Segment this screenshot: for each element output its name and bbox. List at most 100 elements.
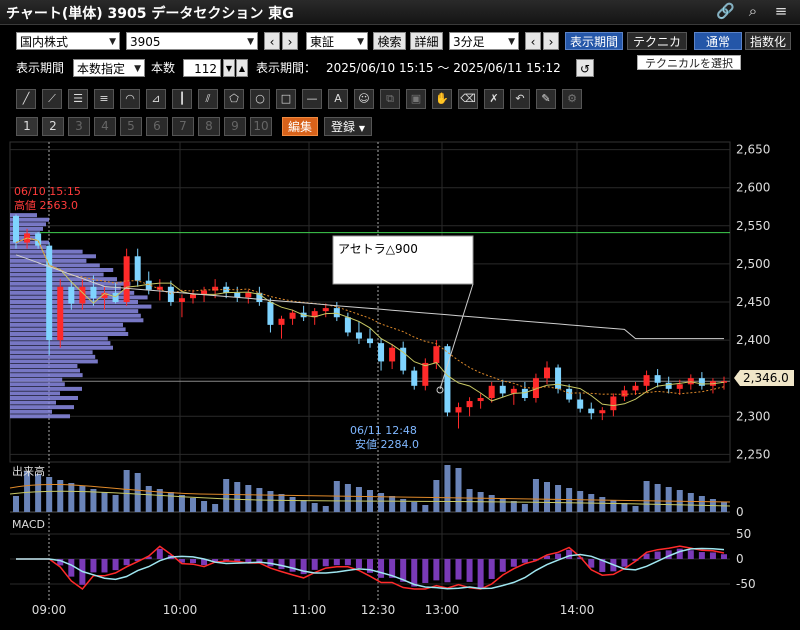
technical-button[interactable]: テクニカル bbox=[627, 32, 687, 67]
normal-button[interactable]: 通常 bbox=[694, 32, 742, 50]
horizontal-line-tool-icon[interactable]: — bbox=[302, 89, 322, 109]
candle-body bbox=[190, 294, 196, 299]
pentagon-tool-icon[interactable]: ⬠ bbox=[224, 89, 244, 109]
candle-body bbox=[632, 385, 639, 391]
undo-tool-icon[interactable]: ↶ bbox=[510, 89, 530, 109]
volume-bar bbox=[721, 502, 727, 512]
link-icon[interactable]: 🔗 bbox=[716, 2, 735, 20]
count-input[interactable]: 112 bbox=[183, 59, 221, 77]
paste-tool-icon[interactable]: ▣ bbox=[406, 89, 426, 109]
candle-body bbox=[532, 378, 539, 398]
ray-tool-icon[interactable]: ⟋ bbox=[42, 89, 62, 109]
volume-bar bbox=[532, 479, 539, 512]
page-button-10[interactable]: 10 bbox=[250, 117, 272, 136]
volume-profile-bar bbox=[10, 245, 46, 250]
display-period-button[interactable]: 表示期間 bbox=[565, 32, 623, 50]
macd-histogram-bar bbox=[201, 559, 208, 566]
page-button-7[interactable]: 7 bbox=[172, 117, 194, 136]
index-button[interactable]: 指数化 bbox=[745, 32, 791, 50]
prev-interval-button[interactable]: ‹ bbox=[525, 32, 541, 50]
copy-tool-icon[interactable]: ⧉ bbox=[380, 89, 400, 109]
price-tick-label: 2,400 bbox=[736, 333, 770, 347]
search-icon[interactable]: ⌕ bbox=[744, 2, 762, 20]
macd-histogram-bar bbox=[134, 559, 141, 562]
macd-histogram-bar bbox=[610, 559, 617, 572]
market-select[interactable]: 国内株式 ▼ bbox=[16, 32, 120, 50]
volume-bar bbox=[333, 481, 340, 512]
fan-tool-icon[interactable]: ⊿ bbox=[146, 89, 166, 109]
candle-body bbox=[355, 332, 362, 339]
page-button-1[interactable]: 1 bbox=[16, 117, 38, 136]
icon-tool-icon[interactable]: ☺ bbox=[354, 89, 374, 109]
volume-bar bbox=[178, 495, 185, 512]
detail-button[interactable]: 詳細 bbox=[410, 32, 443, 50]
macd-histogram-bar bbox=[444, 559, 451, 583]
eraser-tool-icon[interactable]: ⌫ bbox=[458, 89, 478, 109]
horizontal-lines-tool-icon[interactable]: ≡ bbox=[94, 89, 114, 109]
count-up-button[interactable]: ▲ bbox=[236, 59, 248, 77]
settings-tool-icon[interactable]: ⚙ bbox=[562, 89, 582, 109]
edit-button[interactable]: 編集 bbox=[282, 117, 318, 136]
gann-fan-tool-icon[interactable]: ⫽ bbox=[198, 89, 218, 109]
volume-profile-bar bbox=[10, 382, 65, 387]
macd-tick-label: 50 bbox=[736, 527, 751, 541]
callout-text: アセトラ△900 bbox=[338, 242, 418, 256]
volume-bar bbox=[411, 502, 418, 512]
time-tick-label: 09:00 bbox=[32, 603, 67, 617]
rectangle-tool-icon[interactable]: □ bbox=[276, 89, 296, 109]
volume-profile-bar bbox=[10, 364, 78, 368]
next-interval-button[interactable]: › bbox=[543, 32, 559, 50]
vertical-lines-tool-icon[interactable]: ┃ bbox=[172, 89, 192, 109]
volume-ma-line-2 bbox=[9, 490, 731, 507]
chevron-down-icon: ▼ bbox=[358, 124, 365, 133]
page-button-9[interactable]: 9 bbox=[224, 117, 246, 136]
volume-bar bbox=[278, 494, 285, 512]
register-button[interactable]: 登録 ▼ bbox=[324, 117, 372, 136]
page-button-6[interactable]: 6 bbox=[146, 117, 168, 136]
volume-bar bbox=[101, 492, 108, 512]
search-button[interactable]: 検索 bbox=[373, 32, 406, 50]
interval-select[interactable]: 3分足 ▼ bbox=[449, 32, 519, 50]
count-down-button[interactable]: ▼ bbox=[223, 59, 235, 77]
prev-code-button[interactable]: ‹ bbox=[264, 32, 280, 50]
macd-histogram-bar bbox=[510, 559, 517, 567]
volume-profile-bar bbox=[10, 290, 135, 295]
macd-histogram-bar bbox=[267, 559, 274, 567]
macd-histogram-bar bbox=[643, 553, 650, 559]
callout-target bbox=[436, 386, 444, 394]
candle-body bbox=[610, 396, 617, 411]
candle-body bbox=[433, 346, 440, 363]
code-input[interactable]: 3905 ▼ bbox=[126, 32, 258, 50]
menu-icon[interactable]: ≡ bbox=[772, 2, 790, 20]
volume-profile-bar bbox=[10, 240, 49, 245]
volume-bar bbox=[621, 503, 628, 512]
text-tool-icon[interactable]: A bbox=[328, 89, 348, 109]
macd-histogram-bar bbox=[654, 551, 661, 559]
eraser-all-tool-icon[interactable]: ✗ bbox=[484, 89, 504, 109]
volume-profile-bar bbox=[10, 414, 70, 419]
trendline-tool-icon[interactable]: ╱ bbox=[16, 89, 36, 109]
exchange-select[interactable]: 東証 ▼ bbox=[306, 32, 368, 50]
page-button-4[interactable]: 4 bbox=[94, 117, 116, 136]
refresh-button[interactable]: ↺ bbox=[576, 59, 594, 77]
page-button-5[interactable]: 5 bbox=[120, 117, 142, 136]
range-label: 表示期間： bbox=[256, 61, 317, 75]
volume-bar bbox=[234, 482, 241, 512]
candle-body bbox=[123, 256, 130, 302]
page-button-2[interactable]: 2 bbox=[42, 117, 64, 136]
volume-profile bbox=[10, 213, 152, 419]
pen-tool-icon[interactable]: ✎ bbox=[536, 89, 556, 109]
macd-histogram-bar bbox=[709, 552, 716, 559]
fibonacci-arc-tool-icon[interactable]: ◠ bbox=[120, 89, 140, 109]
hand-tool-icon[interactable]: ✋ bbox=[432, 89, 452, 109]
circle-tool-icon[interactable]: ○ bbox=[250, 89, 270, 109]
macd-histogram-bar bbox=[488, 559, 495, 579]
parallel-lines-tool-icon[interactable]: ☰ bbox=[68, 89, 88, 109]
page-button-3[interactable]: 3 bbox=[68, 117, 90, 136]
interval-select-value: 3分足 bbox=[453, 35, 485, 49]
candle-body bbox=[676, 384, 683, 389]
next-code-button[interactable]: › bbox=[282, 32, 298, 50]
period-mode-select[interactable]: 本数指定 ▼ bbox=[73, 59, 145, 77]
code-input-value: 3905 bbox=[130, 35, 161, 49]
page-button-8[interactable]: 8 bbox=[198, 117, 220, 136]
